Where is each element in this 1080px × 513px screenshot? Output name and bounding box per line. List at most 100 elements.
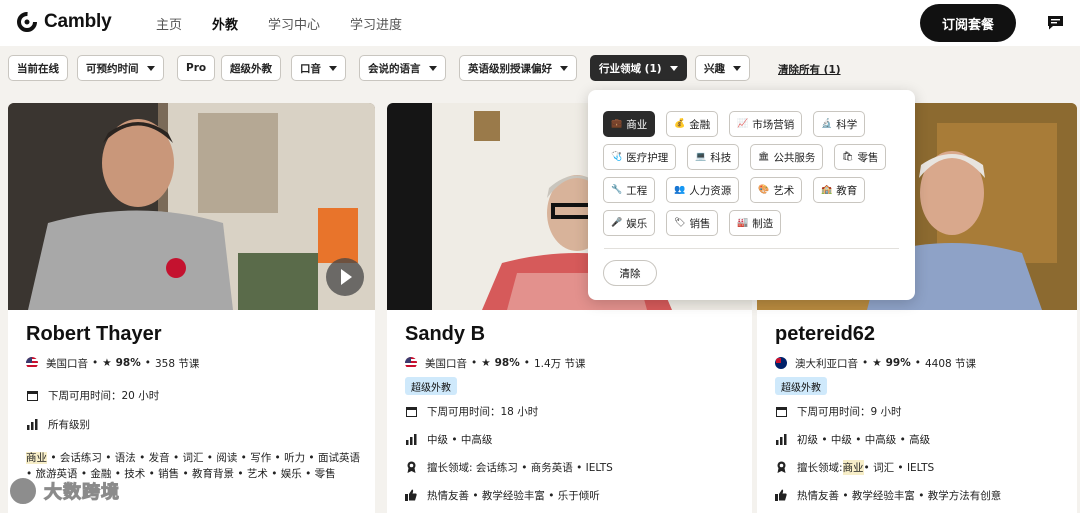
lesson-count: 4408 节课	[924, 357, 977, 370]
filter-languages[interactable]: 会说的语言	[359, 55, 446, 81]
play-icon[interactable]	[326, 258, 364, 296]
lesson-count: 358 节课	[154, 357, 200, 370]
thumbs-up-icon	[405, 489, 417, 501]
industry-option-art[interactable]: 🎨 艺术	[750, 177, 803, 203]
option-label: 销售	[689, 217, 711, 230]
filter-interests[interactable]: 兴趣	[695, 55, 750, 81]
money-bag-icon: 💰	[674, 119, 686, 129]
school-icon: 🏫	[821, 185, 833, 195]
industry-option-hr[interactable]: 👥 人力资源	[666, 177, 740, 203]
subscribe-button[interactable]: 订阅套餐	[920, 4, 1016, 42]
industry-option-engineering[interactable]: 🔧 工程	[603, 177, 656, 203]
tutor-name[interactable]: Sandy B	[405, 323, 740, 349]
nav-learning-center[interactable]: 学习中心	[268, 14, 320, 33]
chip-label: 超级外教	[230, 62, 272, 75]
bar-chart-icon	[405, 433, 417, 445]
option-label: 科技	[710, 151, 732, 164]
chip-label: 会说的语言	[368, 62, 421, 75]
industry-option-science[interactable]: 🔬 科学	[813, 111, 866, 137]
traits-text: 热情友善 • 教学经验丰富 • 教学方法有创意	[797, 489, 1002, 502]
filter-availability[interactable]: 可预约时间	[77, 55, 164, 81]
people-icon: 👥	[674, 185, 686, 195]
shopping-bag-icon: 🛍	[842, 152, 854, 162]
building-icon: 🏛	[758, 152, 770, 162]
option-label: 医疗护理	[626, 151, 669, 164]
main-nav: 主页 外教 学习中心 学习进度	[156, 14, 432, 33]
tutor-name[interactable]: Robert Thayer	[26, 323, 363, 349]
industry-option-technology[interactable]: 💻 科技	[687, 144, 740, 170]
tag-icon: 🏷	[674, 218, 686, 228]
availability-text: 下周可用时间：9 小时	[797, 405, 902, 418]
cambly-logo[interactable]: Cambly	[16, 11, 112, 33]
option-label: 零售	[857, 151, 879, 164]
option-label: 金融	[689, 118, 711, 131]
us-flag-icon	[405, 357, 417, 369]
industry-option-marketing[interactable]: 📈 市场营销	[729, 111, 803, 137]
laptop-icon: 💻	[695, 152, 707, 162]
star-icon: ★	[481, 357, 491, 369]
chart-icon: 📈	[737, 119, 749, 129]
bar-chart-icon	[26, 418, 38, 430]
ribbon-icon	[405, 461, 417, 473]
cambly-logo-icon	[17, 12, 37, 32]
chip-label: 行业领域 (1)	[599, 62, 662, 75]
industry-option-manufacturing[interactable]: 🏭 制造	[729, 210, 782, 236]
caret-down-icon	[428, 65, 437, 71]
specialty-prefix: 擅长领域:	[797, 461, 843, 474]
star-icon: ★	[102, 357, 112, 369]
filter-pro[interactable]: Pro	[177, 55, 216, 81]
tutor-meta: 美国口音 • ★ 98% • 358 节课	[26, 355, 363, 371]
industry-option-entertainment[interactable]: 🎤 娱乐	[603, 210, 656, 236]
availability-text: 下周可用时间：20 小时	[48, 389, 160, 402]
filter-online-now[interactable]: 当前在线	[8, 55, 68, 81]
clear-all-filters-link[interactable]: 清除所有 (1)	[778, 62, 841, 77]
levels-row: 所有级别	[26, 416, 363, 432]
option-label: 人力资源	[689, 184, 732, 197]
chat-icon[interactable]	[1047, 15, 1064, 30]
filter-super-tutor[interactable]: 超级外教	[221, 55, 281, 81]
traits-row: 热情友善 • 教学经验丰富 • 教学方法有创意	[775, 487, 1065, 503]
filter-english-level[interactable]: 英语级别授课偏好	[459, 55, 577, 81]
microphone-icon: 🎤	[611, 218, 623, 228]
nav-home[interactable]: 主页	[156, 14, 182, 33]
chip-label: 口音	[300, 62, 321, 75]
industry-option-finance[interactable]: 💰 金融	[666, 111, 719, 137]
levels-text: 所有级别	[48, 418, 90, 431]
nav-tutors[interactable]: 外教	[212, 14, 238, 33]
watermark: 大数跨境	[8, 476, 120, 506]
briefcase-icon: 💼	[611, 119, 623, 129]
filter-accent[interactable]: 口音	[291, 55, 346, 81]
industry-option-sales[interactable]: 🏷 销售	[666, 210, 719, 236]
caret-down-icon	[146, 65, 155, 71]
industry-option-retail[interactable]: 🛍 零售	[834, 144, 887, 170]
industry-option-healthcare[interactable]: 🩺 医疗护理	[603, 144, 677, 170]
industry-option-business[interactable]: 💼 商业	[603, 111, 656, 137]
nav-progress[interactable]: 学习进度	[350, 14, 402, 33]
brand-name: Cambly	[44, 11, 112, 32]
option-label: 艺术	[773, 184, 795, 197]
levels-text: 初级 • 中级 • 中高级 • 高级	[797, 433, 931, 446]
availability-row: 下周可用时间：9 小时	[775, 403, 1065, 419]
separator: •	[471, 357, 478, 369]
separator: •	[862, 357, 869, 369]
caret-down-icon	[733, 65, 741, 71]
tutor-name[interactable]: petereid62	[775, 323, 1065, 349]
thumbs-up-icon	[775, 489, 787, 501]
palette-icon: 🎨	[758, 185, 770, 195]
option-label: 教育	[836, 184, 858, 197]
industry-option-education[interactable]: 🏫 教育	[813, 177, 866, 203]
caret-down-icon	[329, 65, 337, 71]
specialty-row: 擅长领域: 商业 • 词汇 • IELTS	[775, 459, 1065, 475]
option-label: 娱乐	[626, 217, 648, 230]
dropdown-clear-button[interactable]: 清除	[603, 260, 657, 286]
tutor-video-thumbnail[interactable]	[8, 103, 375, 310]
tutor-card-body: petereid62 澳大利亚口音 • ★ 99% • 4408 节课 超级外教…	[775, 323, 1065, 503]
industry-option-public-service[interactable]: 🏛 公共服务	[750, 144, 824, 170]
levels-row: 中级 • 中高级	[405, 431, 740, 447]
tutor-card[interactable]: Robert Thayer 美国口音 • ★ 98% • 358 节课 下周可用…	[8, 103, 375, 513]
filter-bar: 当前在线 可预约时间 Pro 超级外教 口音 会说的语言 英语级别授课偏好 行业…	[0, 52, 1080, 84]
option-label: 市场营销	[752, 118, 795, 131]
dropdown-divider	[604, 248, 899, 249]
caret-down-icon	[669, 65, 678, 71]
filter-industry[interactable]: 行业领域 (1)	[590, 55, 687, 81]
